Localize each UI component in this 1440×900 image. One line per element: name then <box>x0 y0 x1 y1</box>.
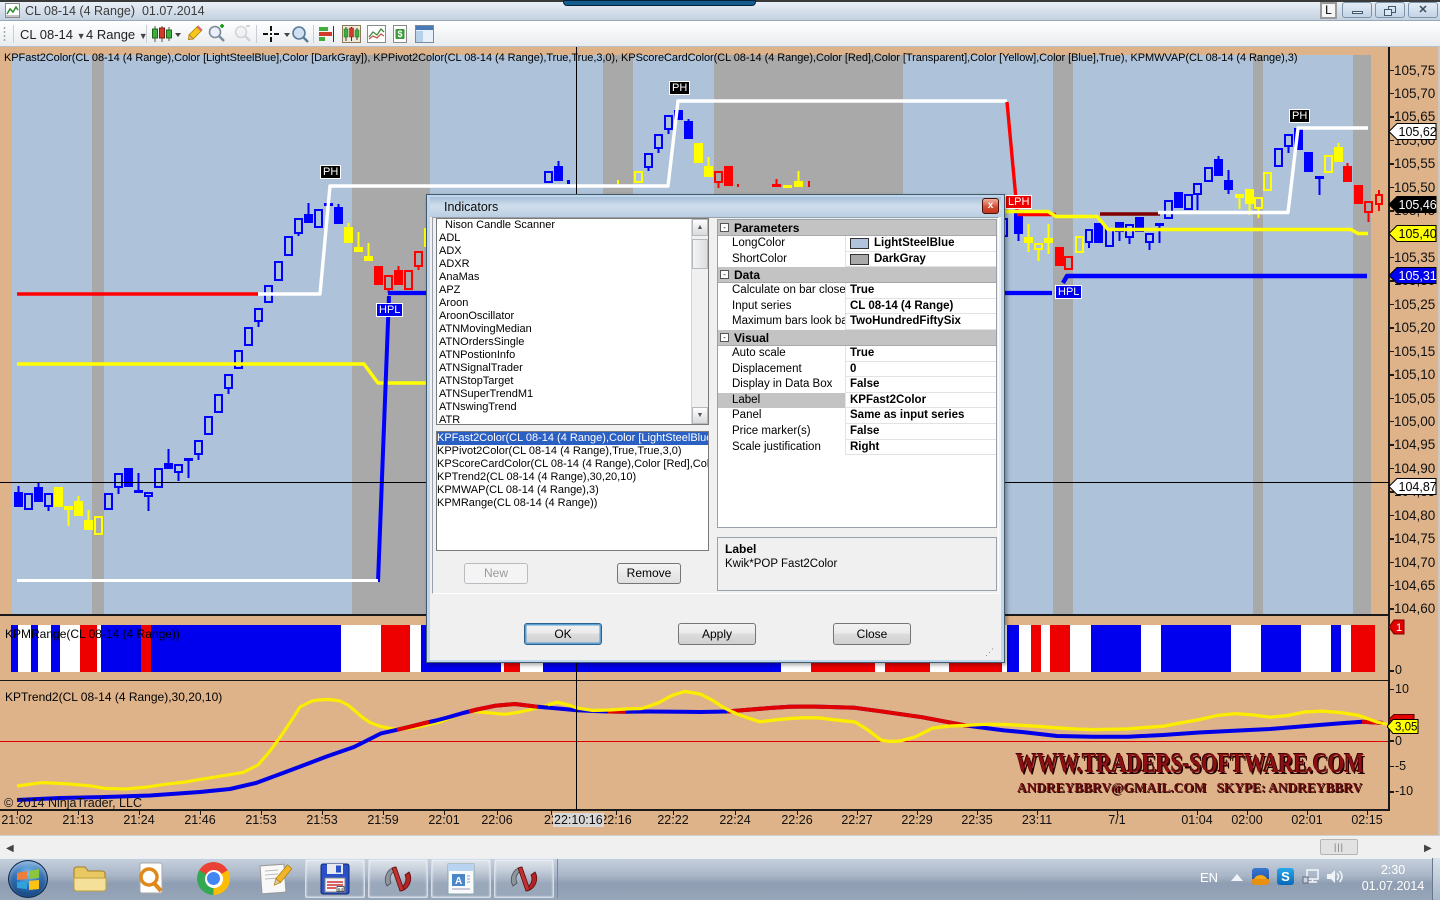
svg-text:104,87: 104,87 <box>1399 480 1437 494</box>
svg-text:105,40: 105,40 <box>1399 227 1437 241</box>
svg-text:105,31: 105,31 <box>1399 269 1437 283</box>
svg-text:1: 1 <box>1396 622 1402 634</box>
svg-text:105,62: 105,62 <box>1399 125 1437 139</box>
svg-text:$: $ <box>397 29 402 39</box>
svg-text:3,05: 3,05 <box>1395 722 1417 734</box>
svg-text:64: 64 <box>338 887 344 892</box>
svg-text:105,46: 105,46 <box>1399 198 1437 212</box>
svg-text:A: A <box>455 876 462 887</box>
